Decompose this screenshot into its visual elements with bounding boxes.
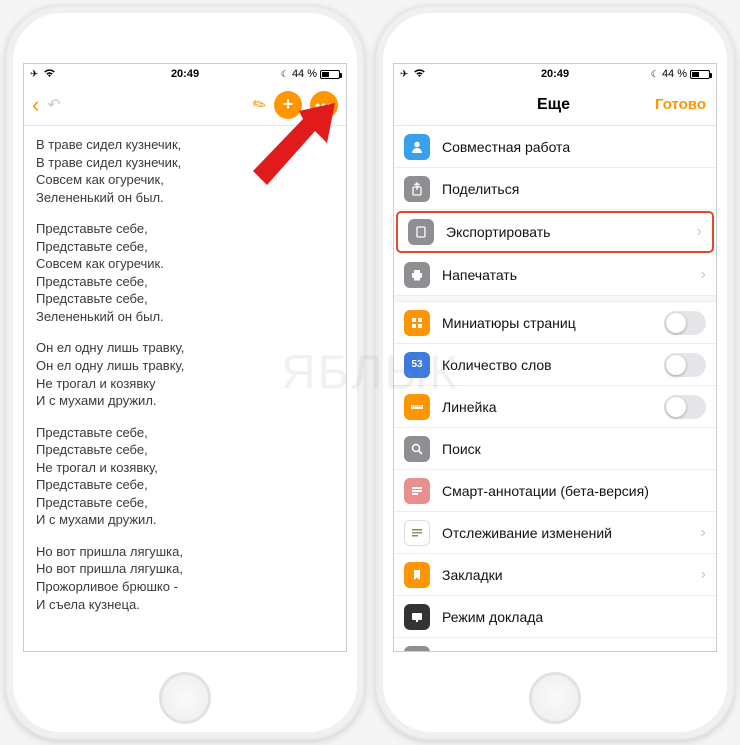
dnd-icon: ☾ [651,69,659,80]
row-label: Совместная работа [442,139,706,155]
nav-title: Еще [404,96,655,114]
screen-right: ✈ 20:49 ☾ 44 % Еще Готово [393,63,717,652]
battery-icon [690,70,710,79]
row-presenter[interactable]: Режим доклада [394,596,716,638]
row-ruler[interactable]: Линейка [394,386,716,428]
nav-bar: Еще Готово [394,84,716,126]
phone-right: ✈ 20:49 ☾ 44 % Еще Готово [375,5,735,740]
document-body[interactable]: В траве сидел кузнечик, В траве сидел ку… [24,126,346,651]
status-time: 20:49 [171,68,199,80]
row-label: Экспортировать [446,224,685,240]
status-bar: ✈ 20:49 ☾ 44 % [394,64,716,84]
toggle-thumbnails[interactable] [664,311,706,335]
row-search[interactable]: Поиск [394,428,716,470]
wifi-icon [413,68,426,81]
undo-button[interactable]: ↶ [47,95,60,115]
row-track-changes[interactable]: Отслеживание изменений › [394,512,716,554]
export-icon [408,219,434,245]
annotation-icon [404,478,430,504]
person-icon [404,134,430,160]
track-changes-icon [404,520,430,546]
bookmark-icon [404,562,430,588]
row-label: Поделиться [442,181,706,197]
screen-left: ✈ 20:49 ☾ 44 % ‹ ↶ ✎ + ••• [23,63,347,652]
toolbar: ‹ ↶ ✎ + ••• [24,84,346,126]
row-label: Линейка [442,399,652,415]
phone-inner: ✈ 20:49 ☾ 44 % Еще Готово [383,13,727,732]
battery-icon [320,70,340,79]
row-share[interactable]: Поделиться [394,168,716,210]
row-password[interactable]: Пароль [394,638,716,651]
insert-button[interactable]: + [274,91,302,119]
home-button[interactable] [529,672,581,724]
airplane-icon: ✈ [400,69,408,80]
row-label: Закладки [442,567,689,583]
paragraph: В траве сидел кузнечик, В траве сидел ку… [36,136,334,206]
wifi-icon [43,68,56,81]
share-icon [404,176,430,202]
menu-list: Совместная работа Поделиться Экспортиров… [394,126,716,651]
row-print[interactable]: Напечатать › [394,254,716,296]
status-bar: ✈ 20:49 ☾ 44 % [24,64,346,84]
phone-inner: ✈ 20:49 ☾ 44 % ‹ ↶ ✎ + ••• [13,13,357,732]
print-icon [404,262,430,288]
row-collaborate[interactable]: Совместная работа [394,126,716,168]
home-button[interactable] [159,672,211,724]
row-wordcount[interactable]: 53 Количество слов [394,344,716,386]
row-thumbnails[interactable]: Миниатюры страниц [394,302,716,344]
search-icon [404,436,430,462]
toggle-ruler[interactable] [664,395,706,419]
ruler-icon [404,394,430,420]
row-label: Напечатать [442,267,689,283]
lock-icon [404,646,430,652]
paragraph: Но вот пришла лягушка, Но вот пришла ляг… [36,543,334,613]
toggle-wordcount[interactable] [664,353,706,377]
row-annotations[interactable]: Смарт-аннотации (бета-версия) [394,470,716,512]
battery-text: 44 % [292,68,317,80]
phone-left: ✈ 20:49 ☾ 44 % ‹ ↶ ✎ + ••• [5,5,365,740]
row-label: Поиск [442,441,706,457]
row-bookmarks[interactable]: Закладки › [394,554,716,596]
row-label: Режим доклада [442,609,706,625]
status-time: 20:49 [541,68,569,80]
paragraph: Он ел одну лишь травку, Он ел одну лишь … [36,339,334,409]
airplane-icon: ✈ [30,69,38,80]
row-label: Отслеживание изменений [442,525,689,541]
back-button[interactable]: ‹ [32,92,39,118]
battery-text: 44 % [662,68,687,80]
row-label: Количество слов [442,357,652,373]
chevron-right-icon: › [701,266,706,284]
brush-button[interactable]: ✎ [248,92,270,116]
wordcount-icon: 53 [404,352,430,378]
row-label: Миниатюры страниц [442,315,652,331]
paragraph: Представьте себе, Представьте себе, Не т… [36,424,334,529]
row-export[interactable]: Экспортировать › [396,211,714,253]
row-label: Смарт-аннотации (бета-версия) [442,483,706,499]
dnd-icon: ☾ [281,69,289,80]
more-button[interactable]: ••• [310,91,338,119]
row-label: Пароль [442,651,706,652]
chevron-right-icon: › [701,566,706,584]
presenter-icon [404,604,430,630]
chevron-right-icon: › [697,223,702,241]
done-button[interactable]: Готово [655,96,706,113]
chevron-right-icon: › [701,524,706,542]
thumbnails-icon [404,310,430,336]
paragraph: Представьте себе, Представьте себе, Совс… [36,220,334,325]
